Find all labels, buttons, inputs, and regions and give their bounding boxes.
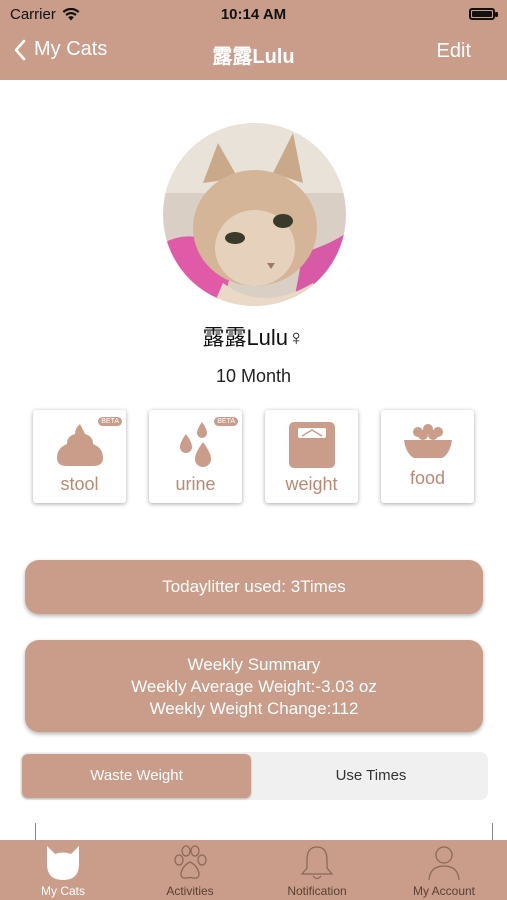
paw-icon bbox=[174, 845, 207, 879]
status-bar: Carrier 10:14 AM bbox=[0, 4, 507, 24]
litter-usage-card[interactable]: Todaylitter used: 3Times bbox=[25, 560, 483, 614]
urine-label: urine bbox=[175, 474, 216, 494]
use-times-segment[interactable]: Use Times bbox=[256, 754, 486, 798]
weight-label: weight bbox=[285, 474, 338, 494]
bell-icon bbox=[300, 846, 334, 880]
beta-badge: BETA bbox=[214, 417, 238, 426]
chart-mode-segment: Waste Weight Use Times bbox=[20, 752, 488, 800]
tab-activities[interactable]: Activities bbox=[127, 840, 253, 900]
urine-tile[interactable]: BETA urine bbox=[149, 410, 242, 503]
urine-icon bbox=[179, 422, 211, 467]
scale-icon bbox=[288, 422, 335, 468]
weight-tile[interactable]: weight bbox=[265, 410, 358, 503]
weekly-weight-change: Weekly Weight Change:112 bbox=[149, 699, 359, 718]
tab-label: Activities bbox=[166, 884, 214, 898]
header: Carrier 10:14 AM My Cats 露露Lulu Edit bbox=[0, 0, 507, 80]
battery-icon bbox=[469, 8, 498, 20]
cat-avatar[interactable] bbox=[163, 123, 346, 306]
food-label: food bbox=[409, 468, 446, 488]
nav-bar: My Cats 露露Lulu Edit bbox=[0, 36, 507, 70]
food-tile[interactable]: food bbox=[381, 410, 474, 503]
food-bowl-icon bbox=[403, 424, 452, 458]
stool-icon bbox=[56, 424, 103, 466]
tab-label: Notification bbox=[287, 884, 347, 898]
stool-tile[interactable]: BETA stool bbox=[33, 410, 126, 503]
activity-tiles: BETA stool BETA urine weight food bbox=[33, 410, 475, 504]
tab-label: My Account bbox=[412, 884, 476, 898]
tab-label: My Cats bbox=[40, 884, 85, 898]
tab-my-cats[interactable]: My Cats bbox=[0, 840, 126, 900]
edit-button[interactable]: Edit bbox=[437, 40, 471, 63]
tab-my-account[interactable]: My Account bbox=[381, 840, 507, 900]
tab-bar: My Cats Activities Notification My Accou… bbox=[0, 840, 507, 900]
cat-icon bbox=[47, 846, 79, 880]
cat-photo bbox=[163, 123, 346, 306]
waste-weight-segment[interactable]: Waste Weight bbox=[22, 754, 251, 798]
person-icon bbox=[428, 846, 460, 881]
cat-name: 露露Lulu♀ bbox=[202, 325, 305, 350]
litter-usage-text: Todaylitter used: 3Times bbox=[162, 577, 346, 596]
weekly-summary-title: Weekly Summary bbox=[187, 655, 321, 674]
cat-age: 10 Month bbox=[215, 366, 292, 386]
weekly-average-weight: Weekly Average Weight:-3.03 oz bbox=[131, 677, 377, 696]
tab-notification[interactable]: Notification bbox=[254, 840, 380, 900]
page-title: 露露Lulu bbox=[212, 46, 295, 68]
stool-label: stool bbox=[60, 474, 99, 494]
weekly-summary-card[interactable]: Weekly Summary Weekly Average Weight:-3.… bbox=[25, 640, 483, 732]
chart-area bbox=[35, 823, 493, 841]
clock: 10:14 AM bbox=[220, 6, 287, 23]
